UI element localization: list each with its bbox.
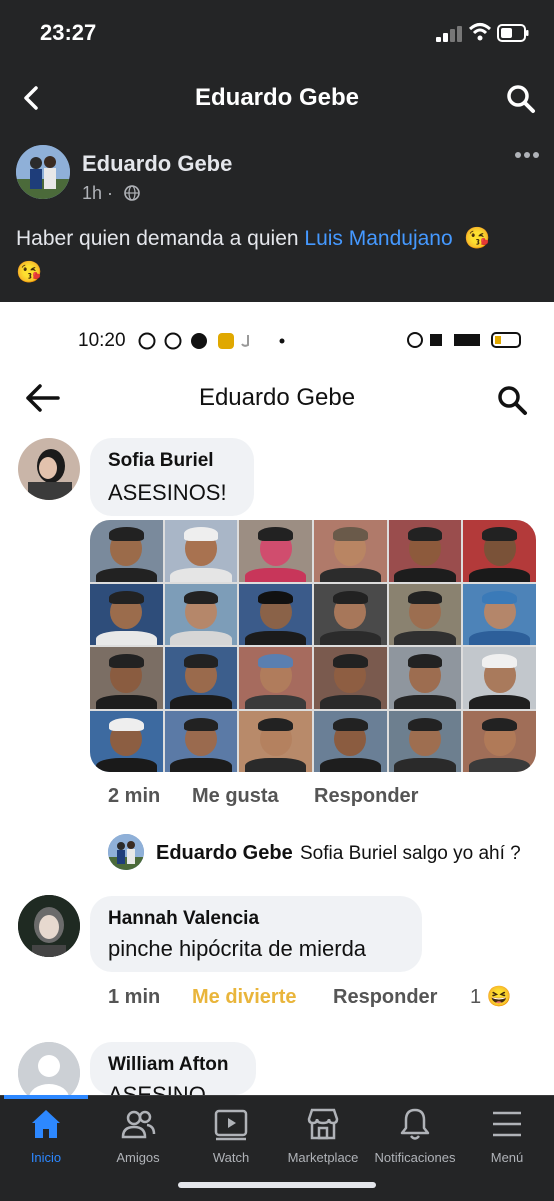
commenter-name: William Afton	[108, 1054, 229, 1075]
tab-label: Inicio	[30, 1150, 62, 1165]
commenter-avatar	[18, 438, 80, 500]
image-status-icons	[407, 332, 521, 348]
battery-icon	[497, 24, 529, 42]
kiss-emoji: 😘	[464, 227, 491, 250]
collage-photo	[313, 647, 387, 709]
globe-icon	[124, 185, 140, 201]
reply-avatar	[108, 834, 144, 870]
post-author[interactable]: Eduardo Gebe	[82, 151, 232, 177]
home-indicator[interactable]	[178, 1182, 376, 1188]
bell-icon	[400, 1108, 430, 1140]
page-title: Eduardo Gebe	[194, 84, 360, 111]
reply-text: Sofia Buriel salgo yo ahí ?	[300, 843, 521, 864]
tab-label: Watch	[212, 1150, 250, 1165]
comment-bubble: William Afton ASESINO...	[90, 1042, 256, 1095]
post-text-body: Haber quien demanda a quien	[16, 227, 299, 250]
image-title: Eduardo Gebe	[198, 384, 356, 411]
collage-photo	[164, 520, 238, 582]
collage-photo	[90, 520, 163, 582]
comment-bubble: Hannah Valencia pinche hipócrita de mier…	[90, 896, 422, 972]
collage-photo	[388, 710, 462, 772]
laugh-emoji-icon: 😆	[486, 986, 512, 1008]
tab-home[interactable]: Inicio	[0, 1106, 96, 1165]
collage-photo	[90, 710, 163, 772]
collage-photo	[239, 583, 312, 645]
tab-marketplace[interactable]: Marketplace	[273, 1106, 373, 1165]
comment-text: ASESINOS!	[108, 480, 227, 505]
signal-icon	[436, 26, 462, 42]
comment-text: pinche hipócrita de mierda	[108, 936, 367, 961]
commenter-name: Hannah Valencia	[108, 908, 260, 929]
tab-label: Menú	[490, 1150, 524, 1165]
collage-photo	[90, 647, 163, 709]
menu-icon	[493, 1111, 521, 1137]
collage-photo	[388, 520, 462, 582]
active-tab-indicator	[4, 1095, 88, 1099]
comment-time: 2 min	[108, 785, 161, 807]
comment-text: ASESINO...	[108, 1082, 225, 1095]
collage-photo	[239, 710, 312, 772]
reply-author: Eduardo Gebe	[156, 842, 293, 864]
reaction-count: 1 😆	[470, 984, 512, 1009]
collage-photo	[164, 647, 238, 709]
collage-photo	[239, 520, 312, 582]
tab-label: Amigos	[116, 1150, 160, 1165]
tab-label: Marketplace	[287, 1150, 359, 1165]
reply-button: Responder	[314, 785, 419, 807]
commenter-name: Sofia Buriel	[108, 450, 214, 471]
post-time: 1h	[82, 183, 103, 203]
friends-icon	[121, 1110, 156, 1139]
collage-photo	[463, 520, 536, 582]
collage-photo	[463, 710, 536, 772]
reaction-label: Me divierte	[192, 986, 297, 1008]
reply-button: Responder	[333, 986, 438, 1008]
tab-friends[interactable]: Amigos	[88, 1106, 188, 1165]
author-avatar[interactable]	[16, 145, 70, 199]
meta-separator: ·	[107, 183, 114, 203]
search-icon[interactable]	[506, 84, 536, 114]
collage-photo	[463, 583, 536, 645]
post-text: Haber quien demanda a quien Luis Manduja…	[16, 222, 536, 290]
kiss-emoji: 😘	[16, 261, 43, 284]
collage-photo	[313, 520, 387, 582]
tab-watch[interactable]: Watch	[181, 1106, 281, 1165]
reaction-count-value: 1	[470, 986, 482, 1008]
collage-photo	[388, 647, 462, 709]
more-options-icon[interactable]	[514, 150, 540, 160]
tab-menu[interactable]: Menú	[457, 1106, 554, 1165]
image-search-icon	[498, 386, 527, 415]
post-meta: 1h ·	[82, 183, 113, 204]
comment-bubble: Sofia Buriel ASESINOS!	[90, 438, 254, 516]
mention-link[interactable]: Luis Mandujano	[304, 227, 452, 250]
tab-label: Notificaciones	[374, 1150, 456, 1165]
commenter-avatar	[18, 895, 80, 957]
comment-time: 1 min	[108, 986, 161, 1008]
collage-photo	[388, 583, 462, 645]
marketplace-icon	[307, 1108, 339, 1140]
collage-photo	[164, 710, 238, 772]
tab-notifications[interactable]: Notificaciones	[365, 1106, 465, 1165]
collage-photo	[90, 583, 163, 645]
status-time: 23:27	[40, 20, 97, 45]
collage-photo	[313, 710, 387, 772]
notification-icons	[138, 332, 285, 350]
home-icon	[32, 1110, 60, 1138]
wifi-icon	[468, 23, 492, 41]
collage-photo	[463, 647, 536, 709]
collage-photo	[313, 583, 387, 645]
image-status-time: 10:20	[78, 330, 126, 351]
collage-photo	[164, 583, 238, 645]
photo-collage	[90, 520, 536, 772]
collage-photo	[239, 647, 312, 709]
watch-icon	[214, 1109, 248, 1141]
like-button: Me gusta	[192, 785, 279, 807]
